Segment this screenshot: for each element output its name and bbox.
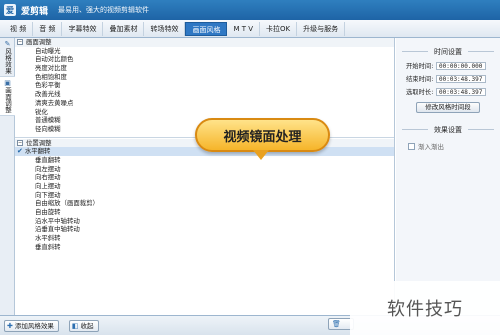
list-item[interactable]: 色彩平衡 <box>15 81 394 90</box>
list-item[interactable]: 改善光线 <box>15 90 394 99</box>
collapse-button-label: 收起 <box>80 321 94 330</box>
list-item[interactable]: 向上摆动 <box>15 182 394 191</box>
list-item[interactable]: 垂直斜转 <box>15 243 394 252</box>
tree-group-picture-adjust[interactable]: − 画面调整 <box>15 38 394 47</box>
title-bar: 爱 爱剪辑 最易用、强大的视频剪辑软件 <box>0 0 500 20</box>
settings-panel: 时间设置 开始时间: 00:00:00.000 结束时间: 00:03:48.3… <box>396 38 500 315</box>
callout-bubble: 视频镜面处理 <box>195 118 330 152</box>
trash-icon: 🗑 <box>332 320 341 328</box>
callout-tail <box>253 150 269 160</box>
main-tab-bar: 视 频 音 频 字幕特效 叠加素材 转场特效 画面风格 M T V 卡拉OK 升… <box>0 20 500 38</box>
list-item[interactable]: 清爽去黄噪点 <box>15 99 394 108</box>
tab-transition-effects[interactable]: 转场特效 <box>144 21 186 36</box>
app-slogan: 最易用、强大的视频剪辑软件 <box>58 6 150 14</box>
app-title: 爱剪辑 <box>21 6 49 17</box>
time-settings-title: 时间设置 <box>396 47 500 57</box>
tab-overlay-material[interactable]: 叠加素材 <box>103 21 145 36</box>
effect-settings-title: 效果设置 <box>396 125 500 135</box>
app-logo-icon: 爱 <box>4 4 16 16</box>
duration-row: 选取时长: 00:03:48.397 <box>396 87 500 96</box>
add-style-effect-button[interactable]: ✚ 添加风格效果 <box>4 319 59 332</box>
fade-in-out-option[interactable]: 渐入渐出 <box>396 141 500 151</box>
collapse-toggle-icon[interactable]: − <box>17 39 23 45</box>
tab-karaoke[interactable]: 卡拉OK <box>260 21 298 36</box>
tab-picture-style[interactable]: 画面风格 <box>185 21 228 36</box>
checkmark-icon: ✔ <box>17 147 23 156</box>
list-item[interactable]: 自由缩放（画面裁剪） <box>15 199 394 208</box>
sidebar-item-label: 画面调整 <box>3 87 12 113</box>
sidebar-item-style-effects[interactable]: ✎ 风格效果 <box>0 38 15 77</box>
watermark-text: 软件技巧 <box>350 281 500 335</box>
sidebar-item-picture-adjust[interactable]: ▣ 画面调整 <box>0 77 15 116</box>
group-label: 位置调整 <box>26 138 52 147</box>
list-item[interactable]: 垂直翻转 <box>15 156 394 165</box>
collapse-icon: ◧ <box>71 321 79 330</box>
list-item[interactable]: 向左摆动 <box>15 165 394 174</box>
end-time-row: 结束时间: 00:03:48.397 <box>396 74 500 83</box>
list-item[interactable]: 色相饱和度 <box>15 73 394 82</box>
duration-label: 选取时长: <box>406 89 434 96</box>
brush-icon: ✎ <box>4 40 11 48</box>
list-item[interactable]: 自由旋转 <box>15 208 394 217</box>
modify-style-time-button[interactable]: 修改风格时间段 <box>416 102 480 113</box>
start-time-row: 开始时间: 00:00:00.000 <box>396 61 500 70</box>
list-item[interactable]: 锐化 <box>15 108 394 117</box>
duration-field[interactable]: 00:03:48.397 <box>436 87 486 96</box>
tab-audio[interactable]: 音 频 <box>33 21 63 36</box>
tab-upgrade-service[interactable]: 升级与服务 <box>297 21 346 36</box>
list-item[interactable]: 沿垂直中轴转动 <box>15 225 394 234</box>
side-category-bar: ✎ 风格效果 ▣ 画面调整 <box>0 38 15 315</box>
collapse-button[interactable]: ◧ 收起 <box>68 319 99 332</box>
effect-tree-list: − 画面调整 自动曝光 自动对比颜色 亮度对比度 色相饱和度 色彩平衡 改善光线 … <box>15 38 395 315</box>
list-item[interactable]: 水平斜转 <box>15 234 394 243</box>
end-time-field[interactable]: 00:03:48.397 <box>436 74 486 83</box>
fade-label: 渐入渐出 <box>418 143 444 151</box>
list-item[interactable]: 向右摆动 <box>15 173 394 182</box>
fade-checkbox[interactable] <box>408 142 415 150</box>
sidebar-item-label: 风格效果 <box>3 48 12 74</box>
list-item[interactable]: 亮度对比度 <box>15 64 394 73</box>
end-time-label: 结束时间: <box>406 76 434 83</box>
image-icon: ▣ <box>4 79 11 87</box>
start-time-label: 开始时间: <box>406 63 434 70</box>
group-label: 画面调整 <box>26 38 52 46</box>
start-time-field[interactable]: 00:00:00.000 <box>436 61 486 70</box>
tab-subtitle-effects[interactable]: 字幕特效 <box>62 21 104 36</box>
selected-item-label: 水平翻转 <box>24 147 51 156</box>
list-item[interactable]: 自动对比颜色 <box>15 55 394 64</box>
tab-mtv[interactable]: M T V <box>227 21 261 36</box>
add-icon: ✚ <box>7 321 13 330</box>
tab-video[interactable]: 视 频 <box>4 21 34 36</box>
collapse-toggle-icon[interactable]: − <box>17 139 23 146</box>
add-button-label: 添加风格效果 <box>14 321 54 330</box>
